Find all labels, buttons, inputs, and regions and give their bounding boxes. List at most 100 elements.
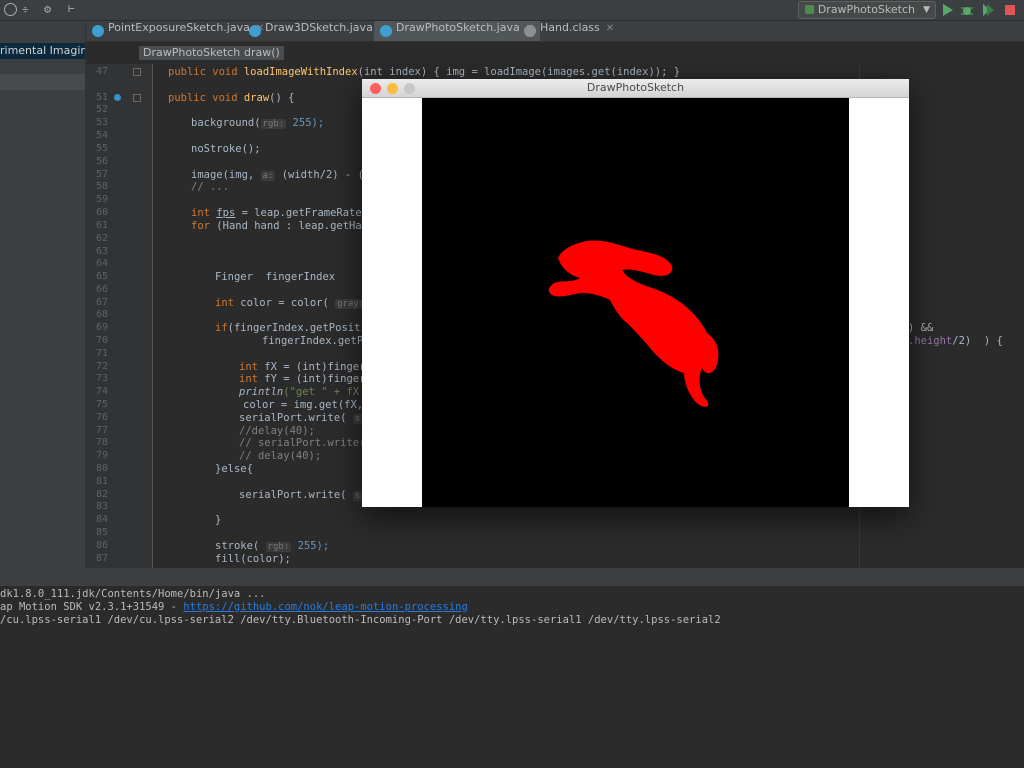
line-number: 55: [95, 143, 108, 154]
line-number: 75: [95, 399, 108, 410]
code-line-72[interactable]: int fX = (int)fingerI: [239, 361, 372, 373]
code-line-79[interactable]: // delay(40);: [239, 450, 321, 462]
code-token: background(: [191, 117, 261, 129]
console-output[interactable]: dk1.8.0_111.jdk/Contents/Home/bin/java .…: [0, 586, 1024, 768]
minimize-window-button[interactable]: [387, 83, 398, 94]
code-line-70-tail[interactable]: .height/2) ) {: [908, 335, 1003, 347]
line-number: 84: [95, 514, 108, 525]
line-number: 85: [95, 527, 108, 538]
code-line-75[interactable]: color = img.get(fX,: [243, 399, 363, 411]
sketch-window[interactable]: DrawPhotoSketch: [362, 79, 909, 507]
code-line-87[interactable]: fill(color);: [215, 553, 291, 565]
line-number: 65: [95, 271, 108, 282]
console-header: [0, 568, 1024, 586]
debug-icon[interactable]: [960, 2, 974, 16]
stop-icon[interactable]: [1003, 2, 1017, 16]
code-line-84[interactable]: }: [215, 514, 221, 526]
project-tree-item[interactable]: rimental Imaging: [0, 43, 85, 59]
line-number: 83: [95, 501, 108, 512]
code-token: draw: [243, 92, 270, 104]
tab-label: DrawPhotoSketch.java: [396, 21, 520, 34]
zoom-window-button[interactable]: [404, 83, 415, 94]
line-number: 61: [95, 220, 108, 231]
top-toolbar: ÷ ⚙ ⊢ ⇅ DrawPhotoSketch ▼: [0, 0, 1024, 21]
project-tree-row[interactable]: [0, 74, 85, 90]
coverage-icon[interactable]: [981, 2, 995, 16]
line-number: 86: [95, 540, 108, 551]
code-line-74[interactable]: println("get " + fX +: [239, 386, 372, 398]
code-line-73[interactable]: int fY = (int)fingerI: [239, 373, 372, 385]
line-number: 76: [95, 412, 108, 423]
override-marker-icon[interactable]: [114, 94, 121, 101]
code-line-77[interactable]: //delay(40);: [239, 425, 315, 437]
code-line-47[interactable]: public void loadImageWithIndex(int index…: [168, 66, 680, 78]
code-token: int: [191, 207, 217, 219]
code-line-53[interactable]: background(rgb: 255);: [191, 117, 324, 129]
line-number: 66: [95, 284, 108, 295]
tab-hand-class[interactable]: Hand.class ✕: [518, 21, 620, 41]
code-token: int: [239, 361, 265, 373]
code-token: = leap.getFrameRate(): [235, 207, 375, 219]
compiled-class-icon: [524, 25, 536, 37]
line-number: 52: [95, 104, 108, 115]
line-number: 82: [95, 489, 108, 500]
code-line-55[interactable]: noStroke();: [191, 143, 261, 155]
code-token: ("get " + fX +: [283, 386, 372, 398]
sketch-canvas[interactable]: [422, 98, 849, 507]
tab-draw3d-sketch[interactable]: Draw3DSketch.java✕: [243, 21, 393, 41]
line-number: 74: [95, 386, 108, 397]
code-line-61[interactable]: for (Hand hand : leap.getHand: [191, 220, 374, 232]
gear-icon[interactable]: ⚙: [44, 2, 58, 16]
param-hint: rgb:: [260, 119, 287, 129]
rabbit-silhouette: [548, 240, 719, 407]
line-number: 72: [95, 361, 108, 372]
run-icon[interactable]: [940, 2, 954, 16]
code-line-60[interactable]: int fps = leap.getFrameRate(): [191, 207, 374, 219]
class-icon: [380, 25, 392, 37]
param-hint: rgb:: [265, 542, 292, 552]
collapse-icon[interactable]: ÷: [22, 3, 35, 16]
code-line-57[interactable]: image(img, a: (width/2) - (im: [191, 169, 377, 181]
param-hint: a:: [260, 171, 276, 181]
sketch-window-titlebar[interactable]: DrawPhotoSketch: [362, 79, 909, 98]
line-number: 80: [95, 463, 108, 474]
close-icon[interactable]: ✕: [606, 23, 614, 34]
breadcrumb-method[interactable]: draw(): [240, 46, 284, 60]
code-token: fX = (int)fingerI: [264, 361, 372, 373]
code-line-51[interactable]: public void draw() {: [168, 92, 294, 104]
fold-icon[interactable]: [133, 68, 141, 76]
breadcrumb-class[interactable]: DrawPhotoSketch: [139, 46, 245, 60]
code-line-65[interactable]: Finger fingerIndex: [215, 271, 335, 283]
code-line-69-tail[interactable]: ) &&: [908, 322, 933, 334]
line-number: 70: [95, 335, 108, 346]
code-line-78[interactable]: // serialPort.write(": [239, 437, 372, 449]
class-icon: [249, 25, 261, 37]
code-line-80[interactable]: }else{: [215, 463, 253, 475]
line-number: 47: [95, 66, 108, 77]
line-number: 58: [95, 181, 108, 192]
code-token: image(img,: [191, 169, 261, 181]
code-line-70[interactable]: fingerIndex.getPo: [262, 335, 369, 347]
code-line-76[interactable]: serialPort.write( s:: [239, 412, 374, 424]
console-line: dk1.8.0_111.jdk/Contents/Home/bin/java .…: [0, 588, 266, 600]
code-line-69[interactable]: if(fingerIndex.getPositio: [215, 322, 373, 334]
code-line-58[interactable]: // ...: [191, 181, 229, 193]
close-window-button[interactable]: [370, 83, 381, 94]
code-token: () {: [269, 92, 295, 104]
tab-draw-photo-sketch[interactable]: DrawPhotoSketch.java✕: [374, 21, 541, 41]
hide-panel-icon[interactable]: ⊢: [68, 2, 82, 16]
fold-icon[interactable]: [133, 94, 141, 102]
run-config-select[interactable]: DrawPhotoSketch ▼: [797, 1, 936, 19]
target-icon[interactable]: [4, 3, 17, 16]
console-link[interactable]: https://github.com/nok/leap-motion-proce…: [183, 601, 467, 613]
line-number: 81: [95, 476, 108, 487]
line-number: 60: [95, 207, 108, 218]
line-number: 69: [95, 322, 108, 333]
line-number: 78: [95, 437, 108, 448]
line-number: 63: [95, 246, 108, 257]
line-number: 51: [95, 92, 108, 103]
code-line-86[interactable]: stroke( rgb: 255);: [215, 540, 329, 552]
tab-label: Draw3DSketch.java: [265, 21, 373, 34]
code-line-82[interactable]: serialPort.write( s: ": [239, 489, 380, 501]
code-line-67[interactable]: int color = color( gray: 0: [215, 297, 379, 309]
